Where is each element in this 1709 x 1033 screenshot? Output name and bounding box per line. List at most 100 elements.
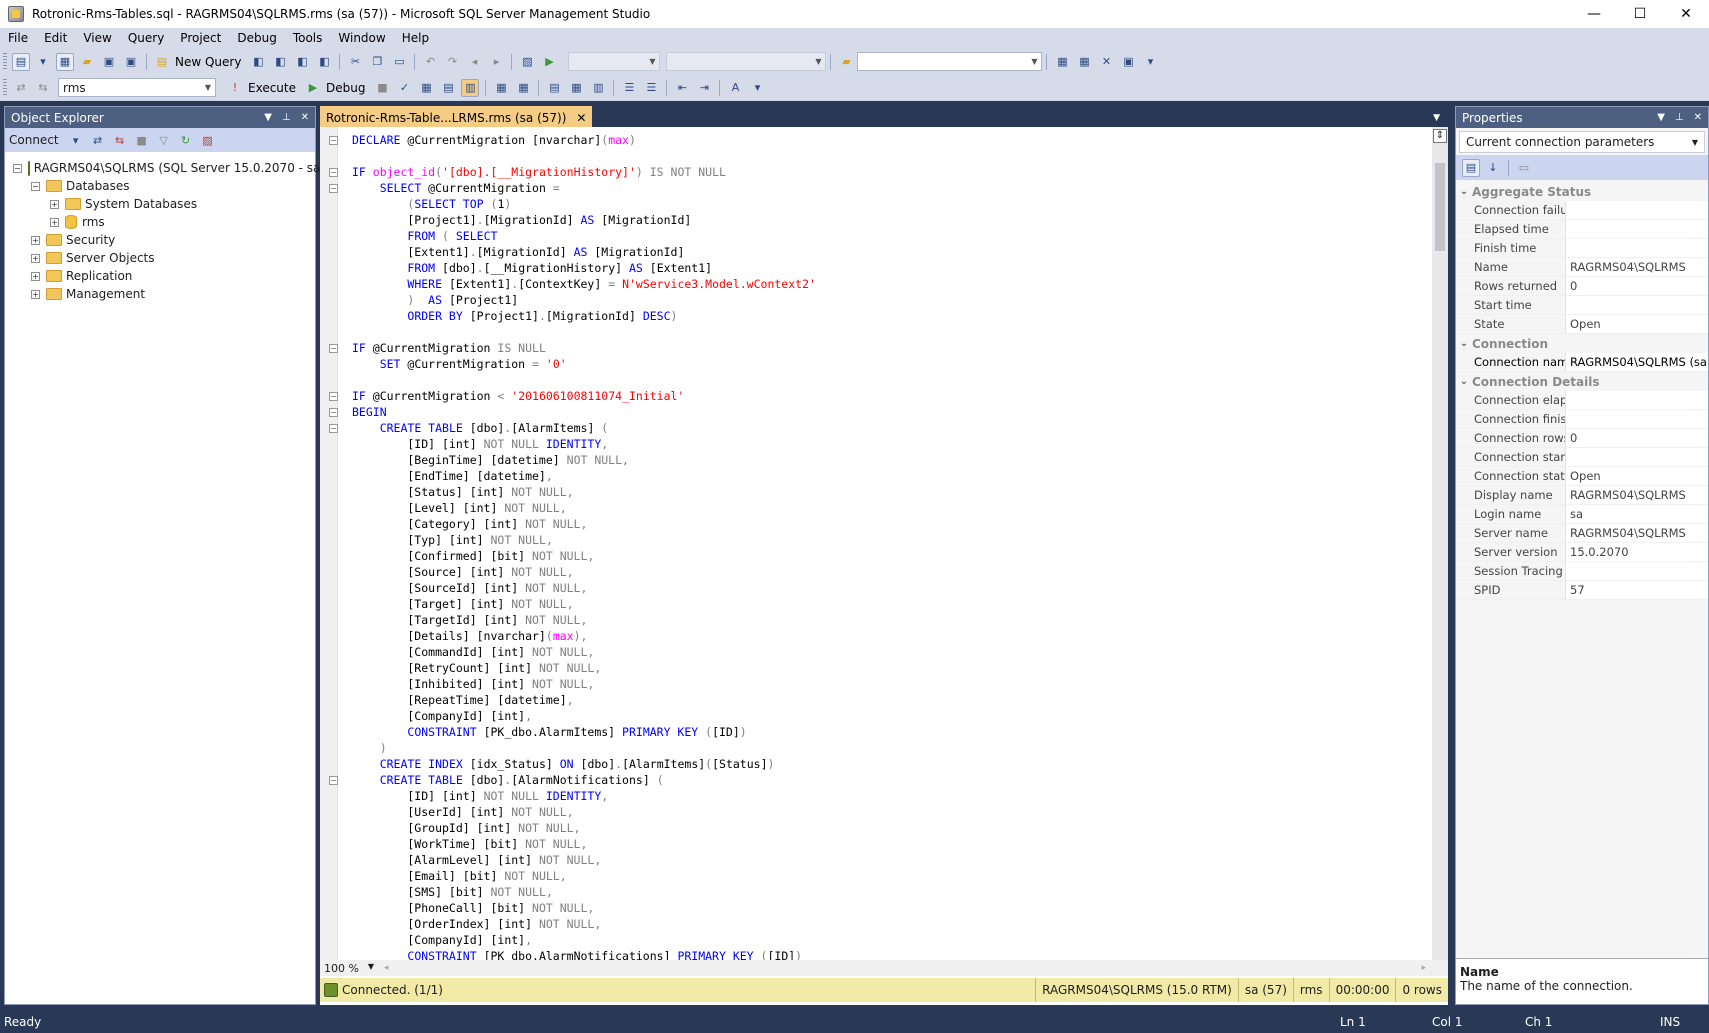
save-all-icon[interactable]: ▣ xyxy=(122,53,140,71)
open-folder-icon[interactable]: ▰ xyxy=(78,53,96,71)
code-line[interactable]: − IF @CurrentMigration < '201606100811074… xyxy=(329,388,1432,404)
code-line[interactable]: [UserId] [int] NOT NULL, xyxy=(352,804,1432,820)
code-line[interactable]: ) AS [Project1] xyxy=(352,292,1432,308)
tree-node-server[interactable]: − RAGRMS04\SQLRMS (SQL Server 15.0.2070 … xyxy=(5,159,325,177)
object-explorer-icon[interactable]: ▦ xyxy=(1075,53,1093,71)
property-row[interactable]: Elapsed time xyxy=(1456,220,1708,239)
property-row[interactable]: Login name sa xyxy=(1456,505,1708,524)
code-line[interactable]: CONSTRAINT [PK_dbo.AlarmItems] PRIMARY K… xyxy=(352,724,1432,740)
toolbar-options-icon[interactable]: ▾ xyxy=(1141,53,1159,71)
debug-button[interactable]: Debug xyxy=(326,81,365,95)
results-to-text-icon[interactable]: ▤ xyxy=(545,79,563,97)
code-line[interactable]: [PhoneCall] [bit] NOT NULL, xyxy=(352,900,1432,916)
tree-node-security[interactable]: + Security xyxy=(5,231,315,249)
code-line[interactable]: [Inhibited] [int] NOT NULL, xyxy=(352,676,1432,692)
code-line[interactable]: [OrderIndex] [int] NOT NULL, xyxy=(352,916,1432,932)
code-line[interactable]: [ID] [int] NOT NULL IDENTITY, xyxy=(352,788,1432,804)
alphabetical-icon[interactable]: ↓ xyxy=(1484,159,1502,177)
connect-object-explorer-icon[interactable]: ⇄ xyxy=(89,131,107,149)
results-to-file-icon[interactable]: ▥ xyxy=(589,79,607,97)
pin-icon[interactable]: ⊥ xyxy=(282,112,291,123)
property-pages-icon[interactable]: ▭ xyxy=(1515,159,1533,177)
property-category[interactable]: ⌄ Connection Details xyxy=(1456,372,1708,391)
code-line[interactable]: (SELECT TOP (1) xyxy=(352,196,1432,212)
dax-query-icon[interactable]: ◧ xyxy=(315,53,333,71)
include-actual-plan-icon[interactable]: ▦ xyxy=(492,79,510,97)
zoom-combo[interactable]: 100 % ▼ xyxy=(320,962,380,975)
split-editor-icon[interactable]: ⇕ xyxy=(1433,129,1447,143)
code-line[interactable]: − CREATE TABLE [dbo].[AlarmNotifications… xyxy=(329,772,1432,788)
code-line[interactable] xyxy=(352,324,1432,340)
cancel-query-icon[interactable]: ■ xyxy=(373,79,391,97)
tab-close-icon[interactable]: ✕ xyxy=(576,111,586,125)
close-button[interactable]: ✕ xyxy=(1663,0,1709,28)
code-line[interactable]: ) xyxy=(352,740,1432,756)
menu-window[interactable]: Window xyxy=(330,31,393,45)
tree-node-server-objects[interactable]: + Server Objects xyxy=(5,249,315,267)
toolbar-options-icon[interactable]: ▾ xyxy=(748,79,766,97)
code-line[interactable]: ORDER BY [Project1].[MigrationId] DESC) xyxy=(352,308,1432,324)
property-row[interactable]: SPID 57 xyxy=(1456,581,1708,600)
code-line[interactable]: [AlarmLevel] [int] NOT NULL, xyxy=(352,852,1432,868)
fold-toggle-icon[interactable]: − xyxy=(329,392,338,401)
fold-toggle-icon[interactable]: − xyxy=(329,776,338,785)
code-line[interactable]: CONSTRAINT [PK_dbo.AlarmNotifications] P… xyxy=(352,948,1432,960)
menu-file[interactable]: File xyxy=(0,31,36,45)
disconnect-icon[interactable]: ⇆ xyxy=(111,131,129,149)
property-row[interactable]: Start time xyxy=(1456,296,1708,315)
chevron-down-icon[interactable]: ⌄ xyxy=(1456,338,1472,349)
code-line[interactable]: [TargetId] [int] NOT NULL, xyxy=(352,612,1432,628)
add-item-icon[interactable]: ▦ xyxy=(56,52,74,71)
object-selector-combo[interactable]: Current connection parameters ▼ xyxy=(1459,131,1705,153)
code-line[interactable]: [Target] [int] NOT NULL, xyxy=(352,596,1432,612)
property-row[interactable]: Session Tracing ID xyxy=(1456,562,1708,581)
code-line[interactable]: − IF object_id('[dbo].[__MigrationHistory… xyxy=(329,164,1432,180)
comment-out-icon[interactable]: ☰ xyxy=(620,79,638,97)
specify-template-values-icon[interactable]: A xyxy=(726,79,744,97)
code-line[interactable]: [CompanyId] [int], xyxy=(352,932,1432,948)
vertical-scrollbar[interactable]: ⇕ xyxy=(1432,127,1448,960)
expand-icon[interactable]: + xyxy=(31,235,40,245)
tree-node-replication[interactable]: + Replication xyxy=(5,267,315,285)
code-line[interactable]: [EndTime] [datetime], xyxy=(352,468,1432,484)
code-line[interactable]: [SMS] [bit] NOT NULL, xyxy=(352,884,1432,900)
navigate-back-icon[interactable]: ◂ xyxy=(465,53,483,71)
panel-close-icon[interactable]: ✕ xyxy=(1694,112,1702,123)
property-row[interactable]: Connection elapsed xyxy=(1456,391,1708,410)
property-row[interactable]: Connection finish xyxy=(1456,410,1708,429)
tree-node-system-databases[interactable]: + System Databases xyxy=(5,195,315,213)
property-category[interactable]: ⌄ Aggregate Status xyxy=(1456,182,1708,201)
toolbar-grip[interactable] xyxy=(3,52,7,71)
chevron-down-icon[interactable]: ⌄ xyxy=(1456,376,1472,387)
code-line[interactable]: [ID] [int] NOT NULL IDENTITY, xyxy=(352,436,1432,452)
cut-icon[interactable]: ✂ xyxy=(346,53,364,71)
dmx-query-icon[interactable]: ◧ xyxy=(271,53,289,71)
categorized-icon[interactable]: ▤ xyxy=(1462,158,1480,177)
code-line[interactable]: [Confirmed] [bit] NOT NULL, xyxy=(352,548,1432,564)
property-category[interactable]: ⌄ Connection xyxy=(1456,334,1708,353)
fold-toggle-icon[interactable]: − xyxy=(329,424,338,433)
code-line[interactable] xyxy=(352,148,1432,164)
activity-monitor-icon[interactable]: ▨ xyxy=(199,131,217,149)
fold-toggle-icon[interactable]: − xyxy=(329,168,338,177)
code-line[interactable]: [RetryCount] [int] NOT NULL, xyxy=(352,660,1432,676)
tree-node-management[interactable]: + Management xyxy=(5,285,315,303)
code-editor[interactable]: − DECLARE @CurrentMigration [nvarchar](ma… xyxy=(320,127,1432,960)
panel-menu-icon[interactable]: ▼ xyxy=(1657,112,1665,123)
code-line[interactable]: [CommandId] [int] NOT NULL, xyxy=(352,644,1432,660)
code-line[interactable]: [CompanyId] [int], xyxy=(352,708,1432,724)
decrease-indent-icon[interactable]: ⇤ xyxy=(673,79,691,97)
code-line[interactable]: [WorkTime] [bit] NOT NULL, xyxy=(352,836,1432,852)
find-in-files-icon[interactable]: ▰ xyxy=(837,53,855,71)
code-line[interactable]: [Level] [int] NOT NULL, xyxy=(352,500,1432,516)
menu-tools[interactable]: Tools xyxy=(285,31,331,45)
property-row[interactable]: Finish time xyxy=(1456,239,1708,258)
expand-icon[interactable]: + xyxy=(50,217,59,227)
property-row[interactable]: Server name RAGRMS04\SQLRMS xyxy=(1456,524,1708,543)
new-query-button[interactable]: New Query xyxy=(175,55,241,69)
connect-icon[interactable]: ⇄ xyxy=(12,79,30,97)
filter-icon[interactable]: ▽ xyxy=(155,131,173,149)
property-row[interactable]: Server version 15.0.2070 xyxy=(1456,543,1708,562)
code-line[interactable]: − SELECT @CurrentMigration = xyxy=(329,180,1432,196)
code-line[interactable]: [Project1].[MigrationId] AS [MigrationId… xyxy=(352,212,1432,228)
